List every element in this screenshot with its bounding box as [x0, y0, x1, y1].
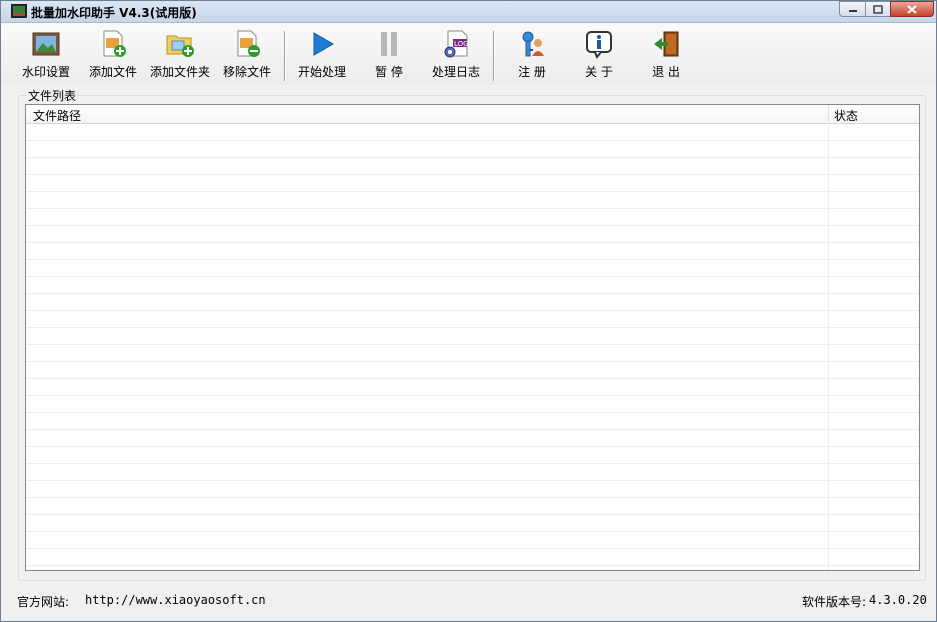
row-gridline: [26, 361, 919, 362]
toolbar-separator: [493, 31, 495, 81]
window-title: 批量加水印助手 V4.3(试用版): [31, 6, 197, 20]
log-label: 处理日志: [431, 65, 480, 79]
exit-label: 退 出: [652, 65, 680, 79]
remove-file-label: 移除文件: [222, 65, 271, 79]
row-gridline: [26, 463, 919, 464]
app-icon: [11, 4, 27, 18]
add-folder-button[interactable]: 添加文件夹: [149, 29, 211, 83]
play-icon: [313, 32, 334, 56]
row-gridline: [26, 242, 919, 243]
add-folder-icon: [166, 35, 194, 57]
pause-button[interactable]: 暂 停: [363, 29, 415, 83]
row-gridline: [26, 480, 919, 481]
start-label: 开始处理: [297, 65, 346, 79]
add-file-label: 添加文件: [88, 65, 137, 79]
row-gridline: [26, 429, 919, 430]
file-list-header: 文件路径 状态: [26, 105, 919, 124]
picture-icon: [32, 32, 60, 56]
minimize-icon: [848, 10, 857, 12]
remove-file-button[interactable]: 移除文件: [221, 29, 273, 83]
column-header-file-path[interactable]: 文件路径: [33, 107, 81, 124]
row-gridline: [26, 174, 919, 175]
exit-button[interactable]: 退 出: [640, 29, 692, 83]
row-gridline: [26, 327, 919, 328]
row-gridline: [26, 395, 919, 396]
pause-icon: [381, 32, 397, 56]
svg-text:LOG: LOG: [454, 40, 469, 48]
title-bar: 批量加水印助手 V4.3(试用版): [1, 1, 936, 23]
file-list-group-label: 文件列表: [27, 87, 78, 104]
row-gridline: [26, 565, 919, 566]
column-header-status[interactable]: 状态: [834, 107, 858, 124]
row-gridline: [26, 310, 919, 311]
maximize-button[interactable]: [865, 1, 890, 17]
column-divider[interactable]: [828, 105, 829, 123]
about-label: 关 于: [585, 65, 613, 79]
version-value: 4.3.0.20: [869, 593, 927, 607]
exit-door-icon: [654, 31, 679, 57]
toolbar-separator: [284, 31, 286, 81]
toolbar: 水印设置 添加文件 添加文件夹 移除文件 开始处理 暂 停 LOG 处理日志 注…: [1, 23, 936, 85]
minimize-button[interactable]: [839, 1, 865, 17]
start-button[interactable]: 开始处理: [296, 29, 348, 83]
file-list[interactable]: 文件路径 状态: [25, 104, 920, 571]
log-icon: LOG: [444, 30, 469, 58]
row-gridline: [26, 548, 919, 549]
watermark-settings-label: 水印设置: [21, 65, 70, 79]
row-gridline: [26, 344, 919, 345]
row-gridline: [26, 293, 919, 294]
pause-label: 暂 停: [375, 65, 403, 79]
window-controls: [839, 1, 934, 19]
row-gridline: [26, 191, 919, 192]
row-gridline: [26, 497, 919, 498]
row-gridline: [26, 208, 919, 209]
row-gridline: [26, 157, 919, 158]
key-icon: [522, 31, 544, 57]
add-file-icon: [103, 30, 126, 57]
version-label: 软件版本号:: [802, 595, 867, 609]
row-gridline: [26, 378, 919, 379]
register-button[interactable]: 注 册: [506, 29, 558, 83]
website-label: 官方网站:: [17, 595, 70, 609]
add-folder-label: 添加文件夹: [149, 65, 210, 79]
watermark-settings-button[interactable]: 水印设置: [20, 29, 72, 83]
add-file-button[interactable]: 添加文件: [87, 29, 139, 83]
log-button[interactable]: LOG 处理日志: [430, 29, 482, 83]
row-gridline: [26, 276, 919, 277]
close-button[interactable]: [890, 1, 934, 17]
remove-file-icon: [237, 30, 260, 57]
maximize-icon: [873, 4, 883, 14]
app-window: 批量加水印助手 V4.3(试用版) 水印设置 添加文件 添加文件夹 移除文件 开…: [0, 0, 937, 622]
about-button[interactable]: 关 于: [573, 29, 625, 83]
register-label: 注 册: [518, 65, 546, 79]
row-gridline: [26, 412, 919, 413]
close-icon: [907, 4, 917, 14]
row-gridline: [26, 531, 919, 532]
row-gridline: [26, 514, 919, 515]
row-gridline: [26, 259, 919, 260]
row-gridline: [26, 140, 919, 141]
row-gridline: [26, 446, 919, 447]
website-link[interactable]: http://www.xiaoyaosoft.cn: [85, 593, 266, 607]
info-icon: [586, 31, 612, 59]
row-gridline: [26, 225, 919, 226]
